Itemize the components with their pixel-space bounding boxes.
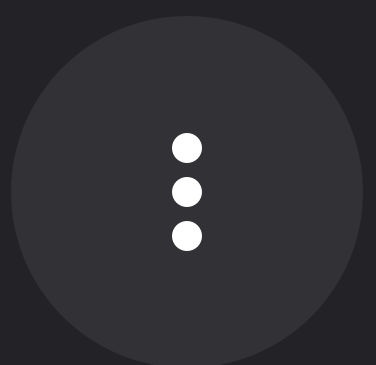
more-dot-bottom — [172, 221, 202, 251]
more-dot-top — [172, 133, 202, 163]
more-dot-middle — [172, 177, 202, 207]
more-vertical-icon — [171, 132, 203, 252]
more-options-button[interactable] — [11, 16, 363, 365]
canvas — [0, 0, 376, 365]
